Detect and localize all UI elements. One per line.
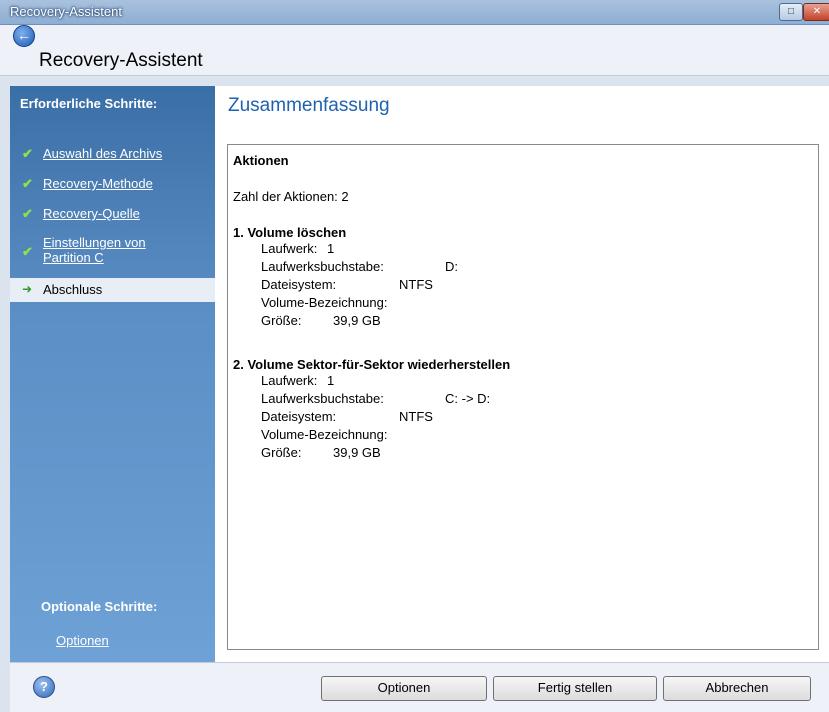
action1-letter-value: D: <box>445 259 458 274</box>
sidebar-item-label[interactable]: Recovery-Quelle <box>43 206 140 221</box>
window-title: Recovery-Assistent <box>10 4 122 19</box>
action2-title: 2. Volume Sektor-für-Sektor wiederherste… <box>233 357 511 372</box>
finish-button[interactable]: Fertig stellen <box>493 676 657 701</box>
action1-size-label: Größe: <box>261 313 302 328</box>
action2-fs-label: Dateisystem: <box>261 409 337 424</box>
required-steps-heading: Erforderliche Schritte: <box>20 96 158 111</box>
sidebar-item-finish[interactable]: ➜ Abschluss <box>10 278 215 302</box>
sidebar-item-label[interactable]: Einstellungen von Partition C <box>43 235 183 265</box>
action2-letter-value: C: -> D: <box>445 391 491 406</box>
button-bar: ? Optionen Fertig stellen Abbrechen <box>10 662 829 712</box>
action2-size-label: Größe: <box>261 445 302 460</box>
action2-size-value: 39,9 GB <box>333 445 381 460</box>
sidebar-item-partition-settings[interactable]: ✔ Einstellungen von Partition C <box>10 235 215 269</box>
action1-title: 1. Volume löschen <box>233 225 347 240</box>
wizard-heading: Recovery-Assistent <box>39 50 203 71</box>
sidebar-item-source[interactable]: ✔ Recovery-Quelle <box>10 206 215 224</box>
action1-volume-label: Volume-Bezeichnung: <box>261 295 388 310</box>
steps-sidebar: Erforderliche Schritte: ✔ Auswahl des Ar… <box>10 86 215 662</box>
checkmark-icon: ✔ <box>22 176 33 191</box>
close-button[interactable]: ✕ <box>803 3 829 21</box>
page-title: Zusammenfassung <box>228 95 390 116</box>
action2-fs-value: NTFS <box>399 409 433 424</box>
sidebar-item-label[interactable]: Recovery-Methode <box>43 176 153 191</box>
action2-volume-label: Volume-Bezeichnung: <box>261 427 388 442</box>
action-count: Zahl der Aktionen: 2 <box>233 189 349 204</box>
summary-heading: Aktionen <box>233 153 289 168</box>
optional-steps-heading: Optionale Schritte: <box>41 599 158 614</box>
back-arrow-icon[interactable]: ← <box>13 25 35 47</box>
action2-drive-value: 1 <box>327 373 335 388</box>
help-icon[interactable]: ? <box>33 676 55 698</box>
current-step-arrow-icon: ➜ <box>22 282 33 296</box>
sidebar-item-method[interactable]: ✔ Recovery-Methode <box>10 176 215 194</box>
sidebar-item-archive[interactable]: ✔ Auswahl des Archivs <box>10 146 215 164</box>
action1-fs-value: NTFS <box>399 277 433 292</box>
action1-letter-label: Laufwerksbuchstabe: <box>261 259 384 274</box>
main-panel: Zusammenfassung Aktionen Zahl der Aktion… <box>215 86 829 662</box>
options-button[interactable]: Optionen <box>321 676 487 701</box>
action1-drive-value: 1 <box>327 241 335 256</box>
action1-size-value: 39,9 GB <box>333 313 381 328</box>
cancel-button[interactable]: Abbrechen <box>663 676 811 701</box>
checkmark-icon: ✔ <box>22 146 33 161</box>
summary-box: Aktionen Zahl der Aktionen: 2 1. Volume … <box>227 144 819 650</box>
title-bar: Recovery-Assistent □ ✕ <box>0 0 829 25</box>
checkmark-icon: ✔ <box>22 206 33 221</box>
action2-drive-label: Laufwerk: <box>261 373 318 388</box>
checkmark-icon: ✔ <box>22 244 33 259</box>
minimize-button[interactable]: □ <box>779 3 803 21</box>
action1-drive-label: Laufwerk: <box>261 241 318 256</box>
action1-fs-label: Dateisystem: <box>261 277 337 292</box>
action2-letter-label: Laufwerksbuchstabe: <box>261 391 384 406</box>
sidebar-item-label[interactable]: Auswahl des Archivs <box>43 146 162 161</box>
sidebar-item-label: Abschluss <box>43 282 103 297</box>
sidebar-options-link[interactable]: Optionen <box>56 633 109 648</box>
